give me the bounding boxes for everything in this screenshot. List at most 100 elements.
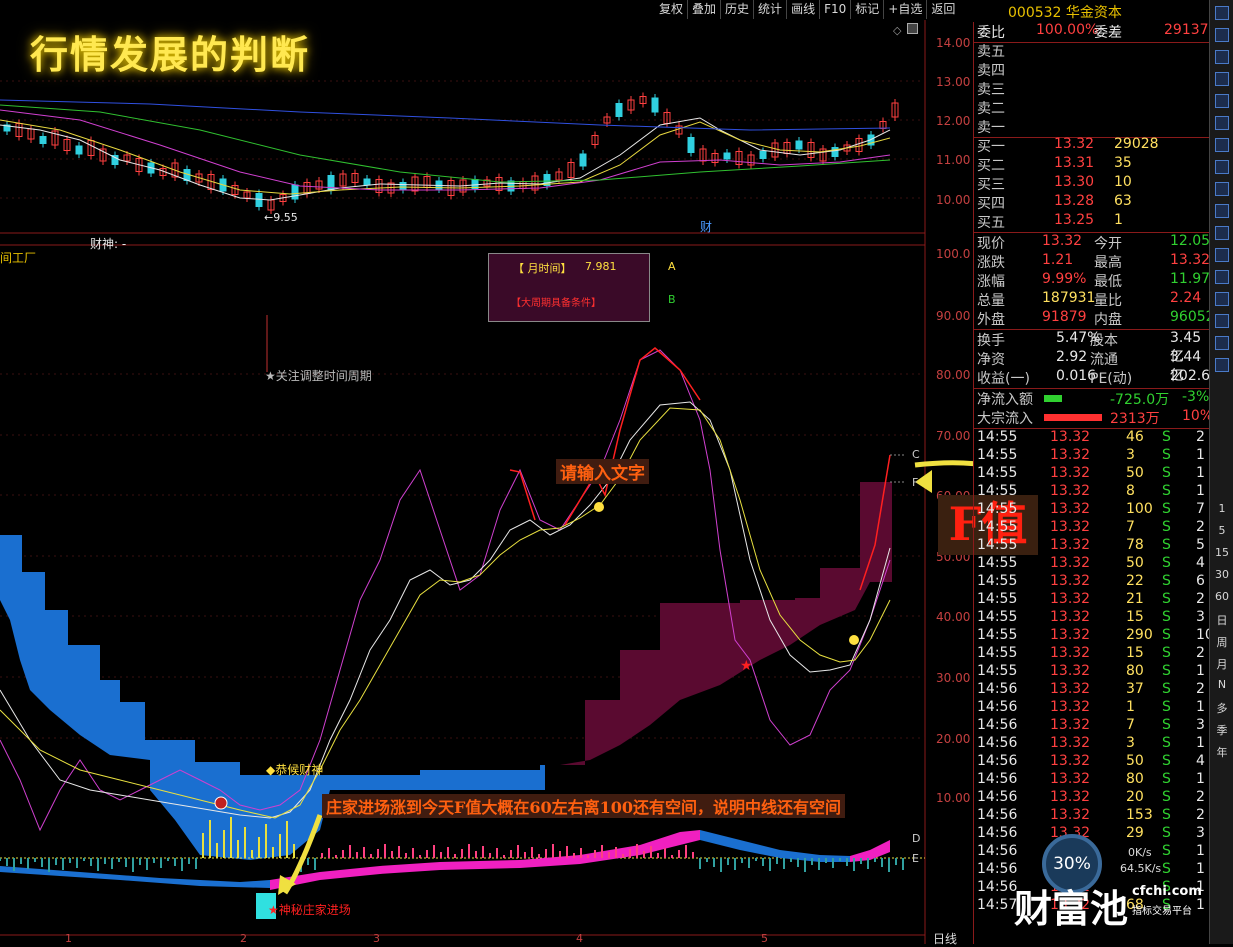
- period-label[interactable]: 日线: [933, 930, 957, 947]
- stat-row: 涨跌 1.21 最高 13.32: [974, 252, 1210, 271]
- candlesticks: [3, 92, 899, 214]
- up-arrow-icon[interactable]: [1210, 26, 1233, 44]
- tick-side: S: [1162, 537, 1171, 553]
- overlay-widget: 30% 0K/s 64.5K/s 财富池 cfchi.com 指标交易平台: [1014, 826, 1210, 944]
- chart-icon[interactable]: [1210, 114, 1233, 132]
- buy-vol: 29028: [1114, 136, 1159, 152]
- stat2-label-2: 股本: [1090, 333, 1118, 349]
- ma-line-blue: [0, 99, 891, 131]
- tick-time: 14:55: [977, 447, 1018, 463]
- stat-value-2: 2.24: [1170, 290, 1202, 306]
- tick-row: 14:55 13.32 50 S 4: [974, 555, 1210, 573]
- tick-price: 13.32: [1050, 699, 1091, 715]
- report-icon-glyph: [1215, 72, 1229, 86]
- tick-count: 1: [1196, 447, 1205, 463]
- candle-icon[interactable]: [1210, 136, 1233, 154]
- toolbar-btn-7[interactable]: +自选: [883, 0, 926, 19]
- stock-code: 000532: [1008, 5, 1062, 21]
- toolbar-btn-0[interactable]: 复权: [655, 0, 687, 19]
- toolbar-btn-8[interactable]: 返回: [926, 0, 959, 19]
- tick-count: 2: [1196, 429, 1205, 445]
- down-arrow-icon[interactable]: [1210, 48, 1233, 66]
- period-btn[interactable]: 1: [1210, 502, 1233, 520]
- osc-tick: 90.00: [936, 309, 971, 323]
- tick-price: 13.32: [1050, 645, 1091, 661]
- red-star-marker: ★: [740, 658, 753, 674]
- pencil-icon[interactable]: [1210, 356, 1233, 374]
- period-btn[interactable]: N: [1210, 678, 1233, 696]
- weibi-value: 100.00%: [1036, 22, 1099, 38]
- buy-label: 买三: [977, 177, 1005, 193]
- buy-price: 13.25: [1054, 212, 1095, 228]
- tick-side: S: [1162, 483, 1171, 499]
- tick-price: 13.32: [1050, 627, 1091, 643]
- cond-label: 【大周期具备条件】: [511, 298, 601, 309]
- tick-vol: 15: [1126, 645, 1144, 661]
- focus-label: ★关注调整时间周期: [265, 369, 372, 383]
- table-icon-glyph: [1215, 270, 1229, 284]
- menu-icon-glyph: [1215, 160, 1229, 174]
- f10-icon[interactable]: [1210, 180, 1233, 198]
- period-btn[interactable]: 60: [1210, 590, 1233, 608]
- calendar-icon[interactable]: [1210, 202, 1233, 220]
- period-btn[interactable]: 周: [1210, 634, 1233, 652]
- up-arrow-icon[interactable]: [1210, 4, 1233, 22]
- window-icon[interactable]: [907, 23, 918, 34]
- tick-side: S: [1162, 501, 1171, 517]
- tick-side: S: [1162, 429, 1171, 445]
- sell-row: 卖五: [974, 41, 1210, 60]
- settings-icon[interactable]: ◇: [893, 24, 901, 37]
- tick-count: 2: [1196, 681, 1205, 697]
- tick-row: 14:55 13.32 100 S 7: [974, 501, 1210, 519]
- period-btn[interactable]: 季: [1210, 722, 1233, 740]
- sell-row: 卖四: [974, 60, 1210, 79]
- period-btn[interactable]: 多: [1210, 700, 1233, 718]
- period-btn[interactable]: 日: [1210, 612, 1233, 630]
- ma-line-green: [0, 104, 891, 183]
- buy-row: 买五 13.25 1: [974, 212, 1210, 231]
- move-icon[interactable]: [1210, 334, 1233, 352]
- rsi-icon[interactable]: [1210, 290, 1233, 308]
- toolbar-btn-1[interactable]: 叠加: [687, 0, 720, 19]
- tick-time: 14:56: [977, 753, 1018, 769]
- money-icon[interactable]: [1210, 312, 1233, 330]
- stock-name: 华金资本: [1065, 5, 1122, 21]
- table-icon[interactable]: [1210, 268, 1233, 286]
- period-btn[interactable]: 15: [1210, 546, 1233, 564]
- tick-time: 14:56: [977, 681, 1018, 697]
- pencil-icon-glyph: [1215, 358, 1229, 372]
- stat-value-2: 12.05: [1170, 233, 1211, 249]
- chart-area[interactable]: ★ 行情发展的判断 复权 叠加 历史 统计 画线 F10 标记 +自选 返回 14.00 13.0…: [0, 0, 1038, 947]
- f12-icon[interactable]: [1210, 224, 1233, 242]
- period-btn[interactable]: 年: [1210, 744, 1233, 762]
- buy-vol: 1: [1114, 212, 1123, 228]
- report-icon[interactable]: [1210, 70, 1233, 88]
- list-icon[interactable]: [1210, 92, 1233, 110]
- toolbar-btn-2[interactable]: 历史: [720, 0, 753, 19]
- x-tick: 1: [65, 932, 72, 945]
- money-icon-glyph: [1215, 314, 1229, 328]
- menu-icon[interactable]: [1210, 158, 1233, 176]
- stat2-value-2: 202.6: [1170, 368, 1211, 384]
- formula-icon[interactable]: [1210, 246, 1233, 264]
- toolbar-btn-6[interactable]: 标记: [850, 0, 883, 19]
- tick-row: 14:55 13.32 15 S 2: [974, 645, 1210, 663]
- tick-price: 13.32: [1050, 591, 1091, 607]
- tick-price: 13.32: [1050, 771, 1091, 787]
- flow-value: 2313万: [1110, 411, 1160, 427]
- tick-side: S: [1162, 573, 1171, 589]
- osc-tick: 100.0: [936, 247, 971, 261]
- tick-time: 14:55: [977, 537, 1018, 553]
- tick-count: 1: [1196, 465, 1205, 481]
- brand-site-sub: 指标交易平台: [1132, 906, 1192, 917]
- period-btn[interactable]: 月: [1210, 656, 1233, 674]
- period-btn[interactable]: 30: [1210, 568, 1233, 586]
- tick-price: 13.32: [1050, 753, 1091, 769]
- toolbar-btn-5[interactable]: F10: [819, 0, 850, 19]
- toolbar-btn-4[interactable]: 画线: [786, 0, 819, 19]
- toolbar-btn-3[interactable]: 统计: [753, 0, 786, 19]
- price-tick: 12.00: [936, 114, 971, 128]
- flow-bar: [1044, 414, 1102, 421]
- period-btn[interactable]: 5: [1210, 524, 1233, 542]
- stat-label-2: 今开: [1094, 236, 1122, 252]
